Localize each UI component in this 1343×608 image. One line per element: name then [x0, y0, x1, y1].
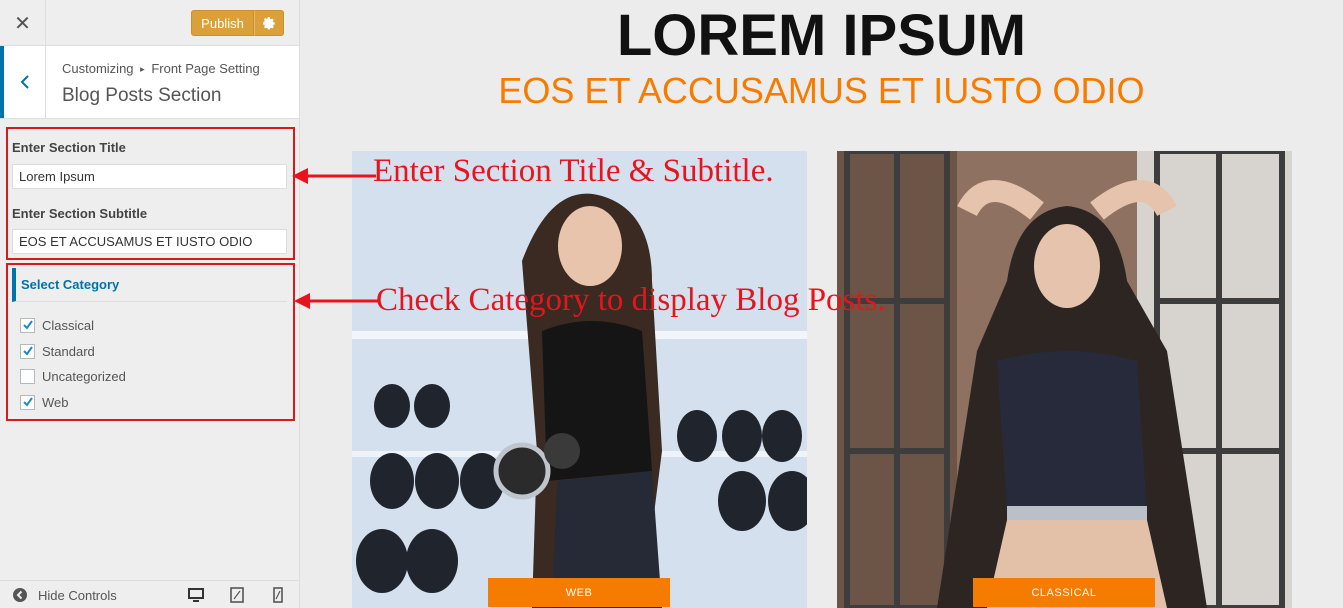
- post-category-tag[interactable]: WEB: [488, 578, 670, 607]
- close-icon: ✕: [14, 10, 31, 35]
- category-label: Uncategorized: [42, 368, 126, 384]
- mobile-icon: [273, 587, 283, 603]
- blog-post-card[interactable]: CLASSICAL: [837, 151, 1292, 608]
- category-checkbox-standard[interactable]: Standard: [20, 342, 95, 360]
- section-title-input[interactable]: [12, 164, 287, 189]
- select-category-heading[interactable]: Select Category: [12, 268, 287, 302]
- section-title: Blog Posts Section: [62, 85, 222, 106]
- annotation-arrow-1: [292, 168, 376, 184]
- checkbox[interactable]: [20, 317, 35, 333]
- customizer-sidebar: ✕ Publish Customizing ▸ Front Page Setti…: [0, 0, 300, 608]
- section-subtitle-label: Enter Section Subtitle: [12, 206, 148, 221]
- category-checkbox-uncategorized[interactable]: Uncategorized: [20, 367, 126, 385]
- publish-button[interactable]: Publish: [191, 10, 254, 36]
- close-button[interactable]: ✕: [0, 0, 46, 45]
- hide-controls-button[interactable]: Hide Controls: [12, 587, 117, 603]
- hide-controls-label: Hide Controls: [38, 587, 117, 603]
- select-category-label: Select Category: [21, 277, 120, 292]
- annotation-text-category: Check Category to display Blog Posts.: [376, 282, 886, 318]
- breadcrumb: Customizing ▸ Front Page Setting: [62, 61, 260, 76]
- checkmark-icon: [22, 397, 33, 407]
- customizer-footer: Hide Controls: [0, 580, 299, 608]
- breadcrumb-parent: Customizing: [62, 61, 134, 76]
- section-header: Customizing ▸ Front Page Setting Blog Po…: [0, 46, 299, 119]
- annotation-text-title: Enter Section Title & Subtitle.: [373, 153, 774, 189]
- checkbox[interactable]: [20, 394, 35, 410]
- mobile-preview-button[interactable]: [268, 585, 288, 605]
- collapse-icon: [13, 588, 27, 602]
- checkbox[interactable]: [20, 368, 35, 384]
- tablet-icon: [230, 587, 244, 603]
- desktop-preview-button[interactable]: [186, 585, 206, 605]
- desktop-icon: [188, 587, 204, 602]
- checkbox[interactable]: [20, 343, 35, 359]
- preview-section-subtitle: EOS ET ACCUSAMUS ET IUSTO ODIO: [498, 70, 1145, 111]
- publish-settings-button[interactable]: [254, 10, 284, 36]
- post-category-tag[interactable]: CLASSICAL: [973, 578, 1155, 607]
- preview-section-title: LOREM IPSUM: [616, 3, 1027, 68]
- post-image: [837, 151, 1292, 608]
- checkmark-icon: [22, 320, 33, 330]
- customizer-header: ✕ Publish: [0, 0, 299, 46]
- category-label: Standard: [42, 343, 95, 359]
- chevron-left-icon: [20, 75, 29, 89]
- blog-post-card[interactable]: WEB: [352, 151, 807, 608]
- section-title-label: Enter Section Title: [12, 140, 126, 155]
- checkmark-icon: [22, 346, 33, 356]
- breadcrumb-separator: ▸: [140, 64, 145, 74]
- back-button[interactable]: [0, 46, 46, 118]
- annotation-arrow-2: [294, 293, 378, 309]
- category-label: Classical: [42, 317, 95, 333]
- post-image: [352, 151, 807, 608]
- category-checkbox-classical[interactable]: Classical: [20, 316, 94, 334]
- breadcrumb-child: Front Page Setting: [151, 61, 260, 76]
- category-label: Web: [42, 394, 69, 410]
- section-subtitle-input[interactable]: [12, 229, 287, 254]
- gear-icon: [262, 16, 275, 29]
- category-checkbox-web[interactable]: Web: [20, 393, 69, 411]
- tablet-preview-button[interactable]: [227, 585, 247, 605]
